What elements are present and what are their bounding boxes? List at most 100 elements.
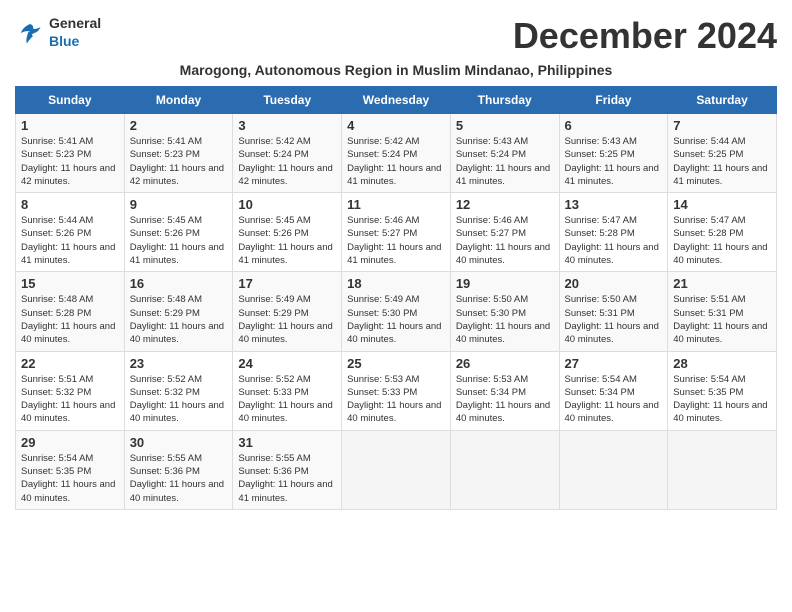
- day-info: Sunrise: 5:47 AM Sunset: 5:28 PM Dayligh…: [565, 214, 663, 267]
- table-row: 23 Sunrise: 5:52 AM Sunset: 5:32 PM Dayl…: [124, 351, 233, 430]
- table-row: 30 Sunrise: 5:55 AM Sunset: 5:36 PM Dayl…: [124, 430, 233, 509]
- table-row: [559, 430, 668, 509]
- table-row: [342, 430, 451, 509]
- col-tuesday: Tuesday: [233, 87, 342, 114]
- day-info: Sunrise: 5:43 AM Sunset: 5:25 PM Dayligh…: [565, 135, 663, 188]
- day-info: Sunrise: 5:44 AM Sunset: 5:26 PM Dayligh…: [21, 214, 119, 267]
- day-number: 17: [238, 276, 336, 291]
- table-row: 27 Sunrise: 5:54 AM Sunset: 5:34 PM Dayl…: [559, 351, 668, 430]
- table-row: 2 Sunrise: 5:41 AM Sunset: 5:23 PM Dayli…: [124, 114, 233, 193]
- table-row: 9 Sunrise: 5:45 AM Sunset: 5:26 PM Dayli…: [124, 193, 233, 272]
- day-info: Sunrise: 5:53 AM Sunset: 5:33 PM Dayligh…: [347, 373, 445, 426]
- logo-blue: Blue: [49, 33, 79, 49]
- table-row: 14 Sunrise: 5:47 AM Sunset: 5:28 PM Dayl…: [668, 193, 777, 272]
- col-thursday: Thursday: [450, 87, 559, 114]
- day-number: 3: [238, 118, 336, 133]
- day-info: Sunrise: 5:48 AM Sunset: 5:29 PM Dayligh…: [130, 293, 228, 346]
- calendar-week-row: 1 Sunrise: 5:41 AM Sunset: 5:23 PM Dayli…: [16, 114, 777, 193]
- table-row: 10 Sunrise: 5:45 AM Sunset: 5:26 PM Dayl…: [233, 193, 342, 272]
- day-number: 31: [238, 435, 336, 450]
- table-row: 1 Sunrise: 5:41 AM Sunset: 5:23 PM Dayli…: [16, 114, 125, 193]
- day-info: Sunrise: 5:50 AM Sunset: 5:30 PM Dayligh…: [456, 293, 554, 346]
- calendar-header-row: Sunday Monday Tuesday Wednesday Thursday…: [16, 87, 777, 114]
- table-row: 28 Sunrise: 5:54 AM Sunset: 5:35 PM Dayl…: [668, 351, 777, 430]
- day-info: Sunrise: 5:54 AM Sunset: 5:35 PM Dayligh…: [673, 373, 771, 426]
- day-info: Sunrise: 5:55 AM Sunset: 5:36 PM Dayligh…: [130, 452, 228, 505]
- day-info: Sunrise: 5:51 AM Sunset: 5:31 PM Dayligh…: [673, 293, 771, 346]
- table-row: 21 Sunrise: 5:51 AM Sunset: 5:31 PM Dayl…: [668, 272, 777, 351]
- table-row: 31 Sunrise: 5:55 AM Sunset: 5:36 PM Dayl…: [233, 430, 342, 509]
- day-number: 18: [347, 276, 445, 291]
- logo: General Blue: [15, 15, 101, 51]
- day-info: Sunrise: 5:49 AM Sunset: 5:30 PM Dayligh…: [347, 293, 445, 346]
- table-row: 22 Sunrise: 5:51 AM Sunset: 5:32 PM Dayl…: [16, 351, 125, 430]
- col-wednesday: Wednesday: [342, 87, 451, 114]
- logo-general: General: [49, 15, 101, 31]
- table-row: 18 Sunrise: 5:49 AM Sunset: 5:30 PM Dayl…: [342, 272, 451, 351]
- day-info: Sunrise: 5:50 AM Sunset: 5:31 PM Dayligh…: [565, 293, 663, 346]
- calendar-week-row: 22 Sunrise: 5:51 AM Sunset: 5:32 PM Dayl…: [16, 351, 777, 430]
- table-row: 7 Sunrise: 5:44 AM Sunset: 5:25 PM Dayli…: [668, 114, 777, 193]
- table-row: 24 Sunrise: 5:52 AM Sunset: 5:33 PM Dayl…: [233, 351, 342, 430]
- table-row: 3 Sunrise: 5:42 AM Sunset: 5:24 PM Dayli…: [233, 114, 342, 193]
- day-info: Sunrise: 5:54 AM Sunset: 5:35 PM Dayligh…: [21, 452, 119, 505]
- day-info: Sunrise: 5:55 AM Sunset: 5:36 PM Dayligh…: [238, 452, 336, 505]
- day-number: 13: [565, 197, 663, 212]
- day-info: Sunrise: 5:46 AM Sunset: 5:27 PM Dayligh…: [347, 214, 445, 267]
- day-number: 22: [21, 356, 119, 371]
- day-info: Sunrise: 5:45 AM Sunset: 5:26 PM Dayligh…: [238, 214, 336, 267]
- day-number: 15: [21, 276, 119, 291]
- day-info: Sunrise: 5:49 AM Sunset: 5:29 PM Dayligh…: [238, 293, 336, 346]
- day-number: 26: [456, 356, 554, 371]
- day-info: Sunrise: 5:43 AM Sunset: 5:24 PM Dayligh…: [456, 135, 554, 188]
- day-number: 6: [565, 118, 663, 133]
- day-number: 21: [673, 276, 771, 291]
- day-info: Sunrise: 5:54 AM Sunset: 5:34 PM Dayligh…: [565, 373, 663, 426]
- table-row: 13 Sunrise: 5:47 AM Sunset: 5:28 PM Dayl…: [559, 193, 668, 272]
- day-info: Sunrise: 5:52 AM Sunset: 5:33 PM Dayligh…: [238, 373, 336, 426]
- table-row: 20 Sunrise: 5:50 AM Sunset: 5:31 PM Dayl…: [559, 272, 668, 351]
- day-number: 12: [456, 197, 554, 212]
- day-number: 9: [130, 197, 228, 212]
- table-row: 11 Sunrise: 5:46 AM Sunset: 5:27 PM Dayl…: [342, 193, 451, 272]
- col-saturday: Saturday: [668, 87, 777, 114]
- day-info: Sunrise: 5:45 AM Sunset: 5:26 PM Dayligh…: [130, 214, 228, 267]
- day-number: 19: [456, 276, 554, 291]
- day-info: Sunrise: 5:53 AM Sunset: 5:34 PM Dayligh…: [456, 373, 554, 426]
- col-monday: Monday: [124, 87, 233, 114]
- table-row: 5 Sunrise: 5:43 AM Sunset: 5:24 PM Dayli…: [450, 114, 559, 193]
- table-row: 6 Sunrise: 5:43 AM Sunset: 5:25 PM Dayli…: [559, 114, 668, 193]
- table-row: 17 Sunrise: 5:49 AM Sunset: 5:29 PM Dayl…: [233, 272, 342, 351]
- month-title: December 2024: [513, 15, 777, 57]
- day-number: 2: [130, 118, 228, 133]
- calendar-table: Sunday Monday Tuesday Wednesday Thursday…: [15, 86, 777, 510]
- table-row: 8 Sunrise: 5:44 AM Sunset: 5:26 PM Dayli…: [16, 193, 125, 272]
- day-number: 8: [21, 197, 119, 212]
- col-friday: Friday: [559, 87, 668, 114]
- table-row: 16 Sunrise: 5:48 AM Sunset: 5:29 PM Dayl…: [124, 272, 233, 351]
- day-info: Sunrise: 5:47 AM Sunset: 5:28 PM Dayligh…: [673, 214, 771, 267]
- day-number: 24: [238, 356, 336, 371]
- header: General Blue December 2024: [15, 15, 777, 57]
- page-container: General Blue December 2024 Marogong, Aut…: [15, 15, 777, 510]
- day-number: 28: [673, 356, 771, 371]
- day-info: Sunrise: 5:42 AM Sunset: 5:24 PM Dayligh…: [347, 135, 445, 188]
- logo-text: General Blue: [49, 15, 101, 51]
- day-info: Sunrise: 5:42 AM Sunset: 5:24 PM Dayligh…: [238, 135, 336, 188]
- location-title: Marogong, Autonomous Region in Muslim Mi…: [15, 62, 777, 78]
- day-number: 11: [347, 197, 445, 212]
- day-number: 27: [565, 356, 663, 371]
- table-row: 29 Sunrise: 5:54 AM Sunset: 5:35 PM Dayl…: [16, 430, 125, 509]
- table-row: 12 Sunrise: 5:46 AM Sunset: 5:27 PM Dayl…: [450, 193, 559, 272]
- day-info: Sunrise: 5:52 AM Sunset: 5:32 PM Dayligh…: [130, 373, 228, 426]
- calendar-week-row: 15 Sunrise: 5:48 AM Sunset: 5:28 PM Dayl…: [16, 272, 777, 351]
- table-row: 15 Sunrise: 5:48 AM Sunset: 5:28 PM Dayl…: [16, 272, 125, 351]
- day-number: 20: [565, 276, 663, 291]
- day-number: 1: [21, 118, 119, 133]
- day-number: 7: [673, 118, 771, 133]
- day-info: Sunrise: 5:51 AM Sunset: 5:32 PM Dayligh…: [21, 373, 119, 426]
- day-number: 29: [21, 435, 119, 450]
- day-info: Sunrise: 5:41 AM Sunset: 5:23 PM Dayligh…: [21, 135, 119, 188]
- day-info: Sunrise: 5:41 AM Sunset: 5:23 PM Dayligh…: [130, 135, 228, 188]
- table-row: 4 Sunrise: 5:42 AM Sunset: 5:24 PM Dayli…: [342, 114, 451, 193]
